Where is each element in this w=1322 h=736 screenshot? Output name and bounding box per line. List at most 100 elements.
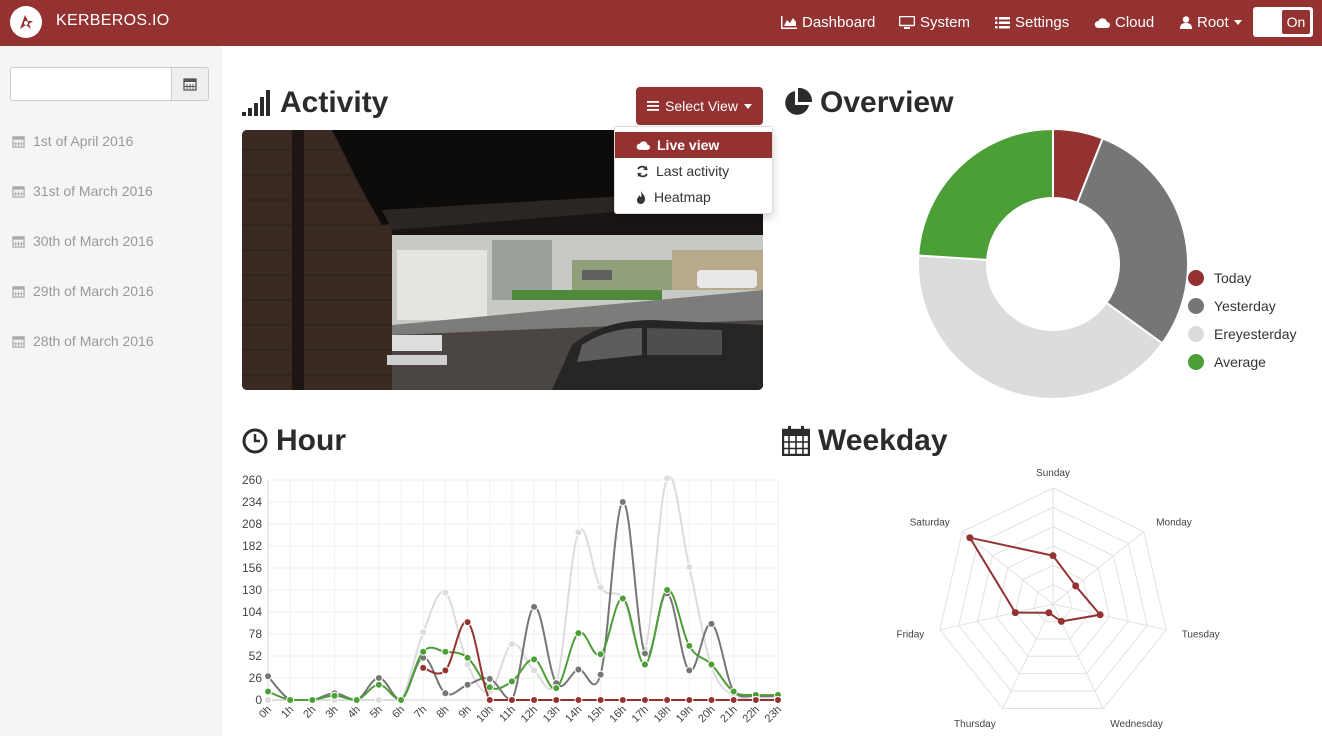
toggle-on-label: On (1282, 10, 1310, 34)
overview-donut-chart (918, 130, 1189, 400)
legend-item-average: Average (1188, 354, 1266, 370)
series-point-today (707, 696, 716, 704)
select-view-button[interactable]: Select View (636, 87, 763, 125)
clock-icon (242, 428, 268, 454)
weekday-title: Weekday (782, 424, 948, 458)
cloud-icon (1094, 18, 1110, 28)
series-point-ereyesterday (574, 528, 583, 537)
radar-point (1049, 552, 1057, 560)
series-point-today (574, 696, 583, 704)
fire-icon (637, 190, 645, 204)
series-point-average (707, 660, 716, 669)
series-point-average (685, 641, 694, 650)
calendar-icon (782, 426, 810, 456)
nav-system-label: System (920, 14, 971, 31)
calendar-icon (12, 235, 25, 248)
series-point-yesterday (707, 619, 716, 628)
series-point-today (618, 696, 627, 704)
series-point-average (485, 683, 494, 692)
hour-title-text: Hour (276, 424, 346, 457)
series-point-today (463, 618, 472, 627)
radar-axis-label: Thursday (954, 719, 996, 730)
series-point-yesterday (618, 498, 627, 506)
x-tick-label: 21h (718, 704, 739, 725)
radar-axis-label: Sunday (1036, 468, 1070, 479)
radar-spoke (939, 603, 1054, 631)
series-point-average (441, 647, 450, 656)
series-point-ereyesterday (463, 660, 472, 669)
series-point-average (308, 696, 317, 704)
series-point-average (530, 655, 539, 664)
y-tick-label: 104 (242, 605, 262, 619)
pie-chart-icon (785, 88, 812, 115)
date-item[interactable]: 31st of March 2016 (12, 183, 153, 199)
date-item[interactable]: 29th of March 2016 (12, 283, 154, 299)
menu-item-label: Live view (657, 137, 720, 153)
legend-swatch (1188, 354, 1204, 370)
date-item-label: 1st of April 2016 (33, 133, 134, 149)
y-tick-label: 0 (255, 693, 262, 707)
date-item[interactable]: 30th of March 2016 (12, 233, 154, 249)
nav-cloud[interactable]: Cloud (1094, 14, 1154, 31)
nav-dashboard[interactable]: Dashboard (781, 14, 875, 31)
series-point-today (685, 696, 694, 704)
series-point-ereyesterday (530, 666, 539, 675)
x-tick-label: 10h (474, 704, 495, 725)
select-view-label: Select View (665, 98, 738, 114)
series-point-average (374, 680, 383, 689)
series-point-yesterday (374, 674, 383, 682)
nav-dashboard-label: Dashboard (802, 14, 876, 31)
nav-settings[interactable]: Settings (995, 14, 1069, 31)
series-point-average (463, 653, 472, 662)
legend-label: Average (1214, 354, 1266, 370)
radar-axis-label: Saturday (910, 518, 950, 529)
date-item-label: 28th of March 2016 (33, 333, 154, 349)
calendar-icon (183, 78, 197, 91)
series-point-ereyesterday (419, 628, 428, 637)
date-picker-input[interactable] (10, 67, 172, 101)
series-point-average (264, 687, 272, 696)
power-toggle[interactable]: On (1253, 7, 1313, 37)
radar-point (1096, 611, 1104, 619)
radar-axis-label: Friday (897, 629, 925, 640)
series-point-ereyesterday (596, 583, 605, 592)
kerberos-logo-icon[interactable] (10, 6, 42, 38)
series-point-average (729, 687, 738, 696)
weekday-radar-chart: Sunday Monday Tuesday Wednesday Thursday Frid… (897, 468, 1220, 730)
x-tick-label: 3h (323, 704, 340, 721)
brand-name[interactable]: KERBEROS.IO (56, 12, 170, 30)
x-tick-label: 7h (412, 704, 429, 721)
menu-item-live-view[interactable]: Live view (615, 132, 772, 158)
chart-area-icon (781, 16, 797, 29)
legend-label: Ereyesterday (1214, 326, 1297, 342)
date-item[interactable]: 1st of April 2016 (12, 133, 133, 149)
y-tick-label: 260 (242, 473, 262, 487)
series-point-average (352, 696, 361, 704)
overview-title-text: Overview (820, 86, 954, 119)
calendar-icon (12, 135, 25, 148)
series-point-today (663, 696, 672, 704)
x-tick-label: 4h (346, 704, 363, 721)
hour-title: Hour (242, 424, 346, 458)
calendar-button[interactable] (171, 67, 209, 101)
radar-axis-label: Wednesday (1110, 719, 1163, 730)
series-point-ereyesterday (374, 696, 383, 704)
series-point-average (419, 647, 428, 656)
date-item-label: 29th of March 2016 (33, 283, 154, 299)
menu-item-last-activity[interactable]: Last activity (615, 158, 772, 184)
series-point-yesterday (574, 665, 583, 674)
x-tick-label: 17h (630, 704, 651, 725)
calendar-icon (12, 335, 25, 348)
legend-item-ereyesterday: Ereyesterday (1188, 326, 1296, 342)
legend-item-today: Today (1188, 270, 1251, 286)
menu-icon (647, 101, 660, 111)
x-tick-label: 19h (674, 704, 695, 725)
date-item[interactable]: 28th of March 2016 (12, 333, 154, 349)
radar-point (966, 534, 974, 542)
y-tick-label: 182 (242, 539, 262, 553)
menu-item-heatmap[interactable]: Heatmap (615, 184, 772, 210)
nav-user-menu[interactable]: Root (1180, 14, 1242, 31)
nav-system[interactable]: System (899, 14, 970, 31)
series-point-average (574, 629, 583, 638)
x-tick-label: 1h (279, 704, 296, 721)
